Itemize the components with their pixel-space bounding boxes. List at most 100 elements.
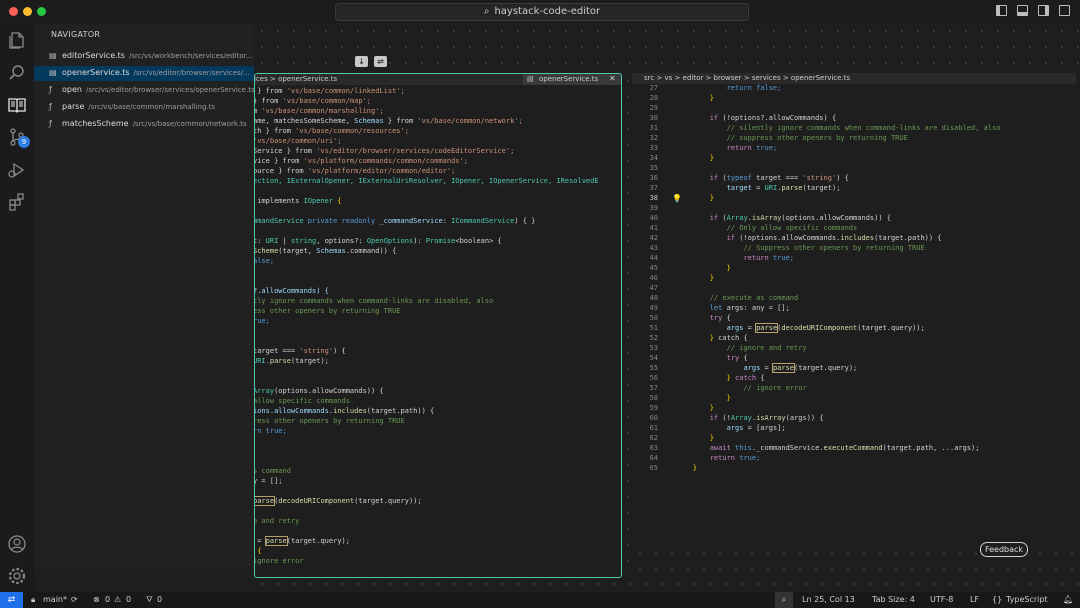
code-line: args = [args]; <box>726 424 786 432</box>
line-number: 63 <box>649 444 658 452</box>
code-line: if (typeof target === 'string') { <box>709 174 849 182</box>
settings-gear-icon[interactable] <box>7 566 27 586</box>
toggle-panel-icon[interactable] <box>1017 5 1028 16</box>
code-line: if (!options?.allowCommands) { <box>709 114 837 122</box>
source-control-badge: 9 <box>18 136 30 148</box>
left-editor-pane[interactable]: ices > openerService.ts ▤ openerService.… <box>254 73 622 578</box>
tab-openerservice[interactable]: ▤ openerService.ts ✕ <box>523 74 621 85</box>
close-tab-icon[interactable]: ✕ <box>609 74 616 83</box>
code-line: } <box>709 404 714 412</box>
search-view-icon[interactable] <box>7 63 27 83</box>
navigator-item[interactable]: ▤ openerService.ts/src/vs/editor/browser/… <box>34 66 254 81</box>
zoom-icon[interactable]: ⌕ <box>775 592 793 608</box>
warning-icon[interactable]: ⚠ <box>114 595 121 604</box>
navigator-item-text: editorService.ts/src/vs/workbench/servic… <box>62 51 253 60</box>
function-icon: ƒ <box>49 102 52 111</box>
toggle-secondary-sidebar-icon[interactable] <box>1038 5 1049 16</box>
code-line: try { <box>709 314 731 322</box>
toggle-primary-sidebar-icon[interactable] <box>996 5 1007 16</box>
code-line: try { <box>726 354 748 362</box>
ports-count[interactable]: 0 <box>157 595 162 604</box>
status-bar: ⇄ 🔒︎ main* ⟳ ⊗ 0 ⚠ 0 ⛛ 0 ⌕ Ln 25, Col 13… <box>0 592 1080 608</box>
navigator-item-path: /src/vs/base/common/marshalling.ts <box>88 103 216 111</box>
code-line: ions.allowCommands.includes(target.path)… <box>254 407 435 415</box>
code-line: // silently ignore commands when command… <box>726 124 1001 132</box>
code-line: // suppress other openers by returning T… <box>726 134 908 142</box>
line-number: 52 <box>649 334 658 342</box>
tab-size[interactable]: Tab Size: 4 <box>872 595 915 604</box>
encoding[interactable]: UTF-8 <box>930 595 953 604</box>
line-number: 45 <box>649 264 658 272</box>
line-number: 60 <box>649 414 658 422</box>
code-line: ess other openers by returning TRUE <box>254 307 401 315</box>
code-line: // Suppress other openers by returning T… <box>743 244 925 252</box>
zoom-window-button[interactable] <box>37 7 46 16</box>
remote-indicator-icon[interactable]: ⇄ <box>0 592 23 608</box>
code-line: await this._commandService.executeComman… <box>709 444 980 452</box>
customize-layout-icon[interactable] <box>1059 5 1070 16</box>
line-number: 50 <box>649 314 658 322</box>
navigator-item-label: editorService.ts <box>62 51 125 60</box>
line-number: 53 <box>649 344 658 352</box>
cursor-position[interactable]: Ln 25, Col 13 <box>802 595 855 604</box>
line-number: 37 <box>649 184 658 192</box>
navigator-item-path: /src/vs/workbench/services/editor... <box>128 52 253 60</box>
left-editor-breadcrumb[interactable]: ices > openerService.ts <box>255 75 337 83</box>
search-icon: ⌕ <box>483 6 490 17</box>
sync-icon[interactable]: ⟳ <box>71 595 78 604</box>
code-line: } <box>726 394 731 402</box>
minimize-window-button[interactable] <box>23 7 32 16</box>
line-number: 35 <box>649 164 658 172</box>
code-line: return false; <box>726 84 782 92</box>
right-editor-breadcrumb[interactable]: src > vs > editor > browser > services >… <box>644 74 850 82</box>
code-line: return true; <box>709 454 761 462</box>
extensions-icon[interactable] <box>7 192 27 212</box>
language-mode[interactable]: TypeScript <box>1006 595 1048 604</box>
error-count[interactable]: 0 <box>105 595 110 604</box>
navigator-item-label: open <box>62 85 82 94</box>
explorer-icon[interactable] <box>7 30 27 50</box>
line-number: 38 <box>649 194 658 202</box>
navigator-item[interactable]: ƒ parse/src/vs/base/common/marshalling.ts <box>34 100 254 115</box>
navigator-item[interactable]: ƒ open/src/vs/editor/browser/services/ope… <box>34 83 254 98</box>
lightbulb-icon[interactable]: 💡 <box>672 194 682 203</box>
line-number: 32 <box>649 134 658 142</box>
code-line: ource } from 'vs/platform/editor/common/… <box>254 167 456 175</box>
run-debug-icon[interactable] <box>7 160 27 180</box>
code-line: y = []; <box>254 477 283 485</box>
ports-icon[interactable]: ⛛ <box>146 595 153 605</box>
line-number: 39 <box>649 204 658 212</box>
command-center-search[interactable]: ⌕ haystack-code-editor <box>335 3 749 21</box>
line-number: 57 <box>649 384 658 392</box>
line-number: 27 <box>649 84 658 92</box>
navigator-icon[interactable] <box>7 95 27 115</box>
code-line: Array(options.allowCommands)) { <box>254 387 384 395</box>
close-window-button[interactable] <box>9 7 18 16</box>
line-ending[interactable]: LF <box>970 595 979 604</box>
code-line: args = parse(target.query); <box>743 363 858 373</box>
line-number: 47 <box>649 284 658 292</box>
code-line: } catch { <box>726 374 765 382</box>
navigator-item-label: openerService.ts <box>62 68 130 77</box>
window-title: haystack-code-editor <box>494 6 601 17</box>
navigate-down-button[interactable]: ↓ <box>355 56 368 67</box>
feedback-button[interactable]: Feedback <box>980 542 1028 557</box>
code-line: implements IOpener { <box>254 197 342 205</box>
code-line: args = parse(decodeURIComponent(target.q… <box>726 323 925 333</box>
warning-count[interactable]: 0 <box>126 595 131 604</box>
line-number: 33 <box>649 144 658 152</box>
lock-icon: 🔒︎ <box>31 595 36 604</box>
right-editor-pane[interactable]: src > vs > editor > browser > services >… <box>632 73 1076 546</box>
error-icon[interactable]: ⊗ <box>93 595 100 604</box>
navigator-item[interactable]: ƒ matchesScheme/src/vs/base/common/networ… <box>34 117 254 132</box>
swap-editors-button[interactable]: ⇌ <box>374 56 387 67</box>
accounts-icon[interactable] <box>7 534 27 554</box>
line-number: 34 <box>649 154 658 162</box>
navigator-item[interactable]: ▤ editorService.ts/src/vs/workbench/servi… <box>34 49 254 64</box>
line-number: 42 <box>649 234 658 242</box>
code-line: } catch { <box>709 334 748 342</box>
code-line: } from 'vs/base/common/map'; <box>254 97 372 105</box>
branch-indicator[interactable]: main* <box>43 595 67 604</box>
notifications-bell-icon[interactable]: 🔔︎ <box>1063 595 1073 604</box>
tab-label: openerService.ts <box>539 75 599 83</box>
